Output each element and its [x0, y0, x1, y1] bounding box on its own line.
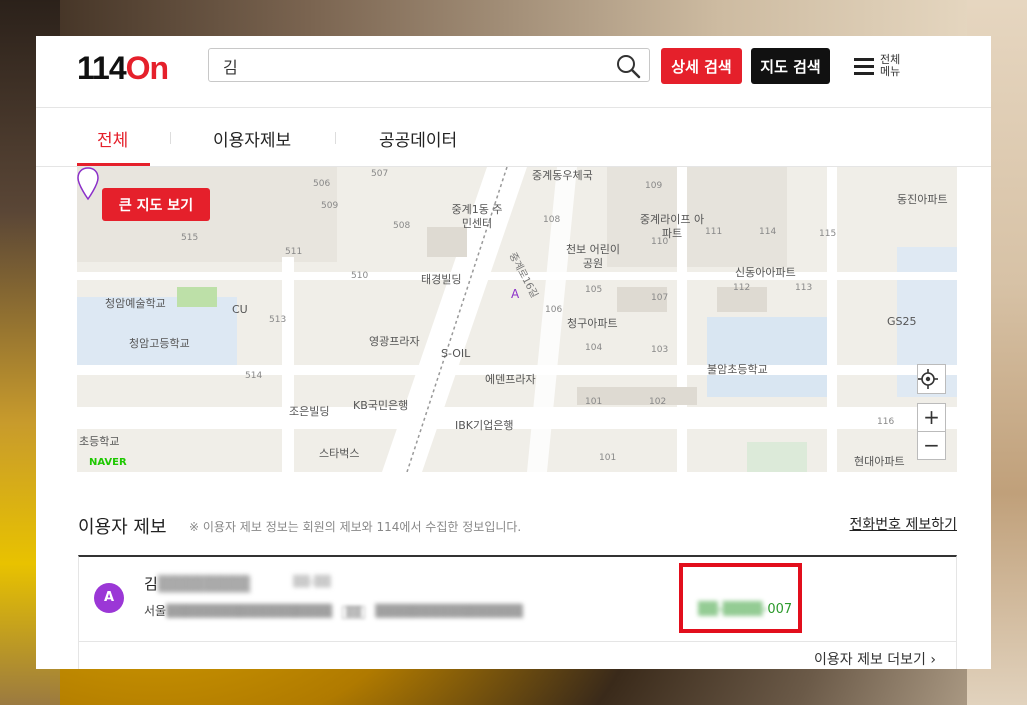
- map-number: 111: [705, 227, 723, 237]
- map-label: 영광프라자: [369, 335, 420, 348]
- tab-public-data[interactable]: 공공데이터: [379, 126, 457, 151]
- map-view[interactable]: 큰 지도 보기 중계동우체국 중계1동 주민센터 중계라이프 아파트 동진아파트…: [77, 167, 957, 472]
- logo-main: 114: [77, 50, 127, 86]
- map-label: 조은빌딩: [289, 405, 330, 418]
- detail-search-button[interactable]: 상세 검색: [661, 48, 742, 84]
- tab-separator: [170, 132, 171, 144]
- background-top: [0, 0, 1027, 36]
- entry-address-prefix: 서울: [144, 604, 167, 618]
- map-label: 청암고등학교: [129, 337, 190, 350]
- map-label: IBK기업은행: [455, 419, 514, 432]
- map-number: 101: [599, 453, 617, 463]
- map-number: 112: [733, 283, 751, 293]
- entry-address: 서울▒▒▒▒▒▒▒▒▒▒▒▒▒▒▒▒▒▒ ▒▒ ▒▒▒▒▒▒▒▒▒▒▒▒▒▒▒▒: [144, 602, 523, 619]
- browser-page: 114On 상세 검색 지도 검색 전체메뉴 전체 이용자제보 공공데이터: [36, 36, 991, 669]
- active-tab-indicator: [77, 163, 150, 166]
- map-number: 113: [795, 283, 813, 293]
- map-number: 110: [651, 237, 669, 247]
- map-number: 109: [645, 181, 663, 191]
- map-label: 중계라이프 아파트: [639, 213, 705, 240]
- naver-logo: NAVER: [89, 457, 127, 468]
- header: 114On 상세 검색 지도 검색 전체메뉴: [36, 36, 991, 108]
- map-number: 509: [321, 201, 339, 211]
- highlight-box: [679, 563, 802, 633]
- map-label: 스타벅스: [319, 447, 360, 460]
- map-number: 116: [877, 417, 895, 427]
- map-number: 513: [269, 315, 287, 325]
- map-number: 114: [759, 227, 777, 237]
- location-marker-icon[interactable]: [77, 167, 99, 201]
- map-number: 102: [649, 397, 667, 407]
- search-input[interactable]: [221, 53, 605, 79]
- logo-accent: On: [125, 50, 169, 86]
- map-label: 불암초등학교: [707, 363, 768, 376]
- search-box: [208, 48, 650, 82]
- map-label: 청구아파트: [567, 317, 618, 330]
- map-number: 115: [819, 229, 837, 239]
- map-number: 510: [351, 271, 369, 281]
- map-number: 506: [313, 179, 331, 189]
- map-label: GS25: [887, 315, 917, 328]
- search-icon[interactable]: [615, 53, 641, 79]
- entry-address-redacted: ▒▒▒▒▒▒▒▒▒▒▒▒▒▒▒▒▒▒: [166, 604, 333, 618]
- map-number: 514: [245, 371, 263, 381]
- tab-bar: 전체 이용자제보 공공데이터: [36, 108, 991, 167]
- logo[interactable]: 114On: [77, 50, 169, 87]
- zoom-out-button[interactable]: −: [917, 431, 946, 460]
- map-label: 에덴프라자: [485, 373, 536, 386]
- entry-name[interactable]: 김▒▒▒▒▒▒▒▒: [144, 573, 250, 594]
- map-number: 508: [393, 221, 411, 231]
- map-label: 동진아파트: [897, 193, 948, 206]
- map-label: 신동아아파트: [735, 266, 796, 279]
- address-type-badge: ▒▒: [342, 606, 366, 619]
- map-number: 507: [371, 169, 389, 179]
- map-number: 103: [651, 345, 669, 355]
- map-label: KB국민은행: [353, 399, 409, 412]
- map-number: 106: [545, 305, 563, 315]
- zoom-in-button[interactable]: +: [917, 403, 946, 432]
- all-menu-button[interactable]: 전체메뉴: [854, 54, 914, 84]
- map-label: 태경빌딩: [421, 273, 462, 286]
- map-number: 108: [543, 215, 561, 225]
- map-number: 101: [585, 397, 603, 407]
- section-note: ※ 이용자 제보 정보는 회원의 제보와 114에서 수집한 정보입니다.: [189, 520, 522, 534]
- report-phone-link[interactable]: 전화번호 제보하기: [850, 514, 958, 534]
- divider: [79, 641, 956, 642]
- tab-all[interactable]: 전체: [97, 126, 128, 151]
- user-report-list: A 김▒▒▒▒▒▒▒▒ ▒▒-▒▒ 서울▒▒▒▒▒▒▒▒▒▒▒▒▒▒▒▒▒▒ ▒…: [78, 555, 957, 669]
- avatar: A: [94, 583, 124, 613]
- marker-letter: A: [511, 287, 520, 301]
- tab-separator: [335, 132, 336, 144]
- crosshair-icon: [918, 369, 938, 389]
- map-number: 104: [585, 343, 603, 353]
- tab-user-report[interactable]: 이용자제보: [213, 126, 291, 151]
- entry-address-alt: ▒▒▒▒▒▒▒▒▒▒▒▒▒▒▒▒: [375, 604, 523, 618]
- map-label: 청암예술학교: [105, 297, 166, 310]
- map-label: 초등학교: [79, 435, 120, 448]
- map-label: S-OIL: [441, 347, 471, 360]
- entry-name-redacted: ▒▒▒▒▒▒▒▒: [157, 575, 251, 593]
- map-number: 515: [181, 233, 199, 243]
- more-reports-link[interactable]: 이용자 제보 더보기 ›: [814, 649, 936, 669]
- map-label: 중계1동 주민센터: [451, 203, 503, 230]
- map-label: 현대아파트: [854, 455, 905, 468]
- map-label: 천보 어린이공원: [565, 243, 621, 270]
- map-search-button[interactable]: 지도 검색: [751, 48, 830, 84]
- current-location-button[interactable]: [917, 364, 946, 394]
- section-title: 이용자 제보: [78, 517, 167, 538]
- map-number: 107: [651, 293, 669, 303]
- map-number: 105: [585, 285, 603, 295]
- map-number: 511: [285, 247, 303, 257]
- entry-category: ▒▒-▒▒: [293, 575, 331, 588]
- entry-name-prefix: 김: [144, 575, 158, 593]
- menu-label: 전체메뉴: [880, 53, 901, 78]
- big-map-button[interactable]: 큰 지도 보기: [102, 188, 210, 221]
- map-label: CU: [232, 303, 248, 316]
- map-label: 중계동우체국: [532, 169, 593, 182]
- hamburger-icon: [854, 58, 874, 75]
